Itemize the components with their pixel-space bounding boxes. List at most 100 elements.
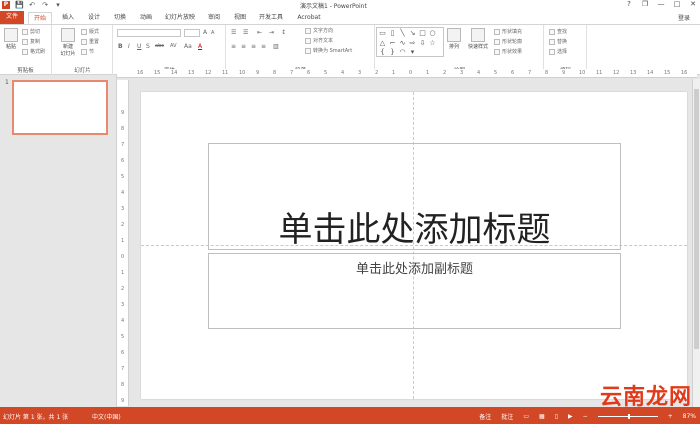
reading-view-icon[interactable]: ▯ [555, 413, 558, 420]
italic-button[interactable]: I [128, 43, 130, 50]
tab-design[interactable]: 设计 [84, 12, 104, 24]
copy-button[interactable]: 复制 [22, 38, 40, 46]
font-color-button[interactable]: A [198, 43, 202, 50]
zoom-in-button[interactable]: + [668, 413, 673, 420]
powerpoint-logo-icon[interactable]: P [2, 1, 10, 9]
layout-button[interactable]: 版式 [81, 28, 99, 36]
arrange-button[interactable]: 排列 [446, 28, 462, 50]
right-arrow-shape-icon[interactable]: ⇨ [408, 39, 417, 48]
font-name-select[interactable] [117, 29, 181, 37]
more-shapes-icon[interactable]: ▾ [408, 48, 417, 57]
underline-button[interactable]: U [137, 43, 141, 50]
tab-animations[interactable]: 动画 [136, 12, 156, 24]
replace-button[interactable]: 替换 [549, 38, 567, 46]
tab-developer[interactable]: 开发工具 [256, 12, 286, 24]
zoom-level[interactable]: 87% [683, 413, 696, 420]
tab-slideshow[interactable]: 幻灯片放映 [162, 12, 198, 24]
vertical-scrollbar[interactable] [692, 79, 700, 407]
text-direction-button[interactable]: 文字方向 [305, 27, 333, 35]
notes-button[interactable]: 备注 [479, 412, 491, 421]
find-button[interactable]: 查找 [549, 28, 567, 36]
horizontal-ruler[interactable]: 16 15 14 13 12 11 10 9 8 7 6 5 4 3 2 1 0 1 2 3 4 5 6 7 8 9 10 11 12 1… [117, 69, 697, 78]
paste-button[interactable]: 粘贴 [2, 28, 20, 50]
zoom-out-button[interactable]: − [583, 413, 588, 420]
textbox-shape-icon[interactable]: ▭ [378, 29, 387, 38]
change-case-button[interactable]: Aa [184, 43, 192, 50]
slide-sorter-icon[interactable]: ▦ [539, 413, 545, 420]
scrollbar-thumb[interactable] [694, 89, 699, 349]
tab-file[interactable]: 文件 [0, 11, 24, 24]
justify-button[interactable]: ≡ [261, 43, 266, 50]
minimize-button[interactable]: — [656, 0, 666, 9]
down-arrow-shape-icon[interactable]: ⇩ [418, 39, 427, 48]
new-slide-button[interactable]: 新建 幻灯片 [57, 28, 79, 57]
char-spacing-button[interactable]: AV [170, 43, 177, 49]
bold-button[interactable]: B [118, 43, 123, 50]
select-button[interactable]: 选择 [549, 48, 567, 56]
arc-shape-icon[interactable]: ◠ [398, 48, 407, 57]
oval-shape-icon[interactable]: ○ [428, 29, 437, 38]
rectangle-shape-icon[interactable]: □ [418, 29, 427, 38]
grow-font-button[interactable]: A [203, 29, 207, 36]
section-button[interactable]: 节 [81, 48, 94, 56]
ribbon-display-button[interactable]: ❐ [640, 0, 650, 9]
login-link[interactable]: 登录 [678, 13, 690, 22]
tab-insert[interactable]: 插入 [58, 12, 78, 24]
quick-styles-button[interactable]: 快速样式 [466, 28, 490, 50]
close-button[interactable]: ✕ [688, 0, 698, 9]
tab-transitions[interactable]: 切换 [110, 12, 130, 24]
font-size-select[interactable] [184, 29, 200, 37]
help-button[interactable]: ? [624, 0, 634, 9]
bullets-button[interactable]: ☰ [231, 29, 236, 36]
align-right-button[interactable]: ≡ [251, 43, 256, 50]
slideshow-icon[interactable]: ▶ [568, 413, 573, 420]
shape-effects-button[interactable]: 形状效果 [494, 48, 522, 56]
smartart-button[interactable]: 转换为 SmartArt [305, 47, 352, 55]
tab-acrobat[interactable]: Acrobat [294, 12, 324, 24]
reset-button[interactable]: 重置 [81, 38, 99, 46]
subtitle-placeholder[interactable]: 单击此处添加副标题 [208, 253, 621, 329]
language-indicator[interactable]: 中文(中国) [92, 412, 121, 421]
comments-button[interactable]: 批注 [501, 412, 513, 421]
maximize-button[interactable]: □ [672, 0, 682, 9]
cut-button[interactable]: 剪切 [22, 28, 40, 36]
shadow-button[interactable]: S [146, 43, 150, 50]
triangle-shape-icon[interactable]: △ [378, 39, 387, 48]
title-placeholder[interactable]: 单击此处添加标题 [208, 143, 621, 250]
vertical-ruler[interactable]: 9 8 7 6 5 4 3 2 1 0 1 2 3 4 5 6 7 8 9 [117, 80, 129, 406]
tab-home[interactable]: 开始 [28, 12, 52, 24]
line-shape-icon[interactable]: ╲ [398, 29, 407, 38]
curve-shape-icon[interactable]: ∿ [398, 39, 407, 48]
numbering-button[interactable]: ☰ [243, 29, 248, 36]
align-text-button[interactable]: 对齐文本 [305, 37, 333, 45]
star-shape-icon[interactable]: ☆ [428, 39, 437, 48]
strikethrough-button[interactable]: abc [155, 43, 164, 49]
line-spacing-button[interactable]: ↕ [281, 29, 286, 36]
normal-view-icon[interactable]: ▭ [523, 413, 529, 420]
tab-view[interactable]: 视图 [230, 12, 250, 24]
shape-fill-button[interactable]: 形状填充 [494, 28, 522, 36]
undo-icon[interactable]: ↶ [28, 1, 36, 9]
align-center-button[interactable]: ≡ [241, 43, 246, 50]
format-painter-button[interactable]: 格式刷 [22, 48, 45, 56]
brace-right-shape-icon[interactable]: } [388, 48, 397, 57]
columns-button[interactable]: ▥ [273, 43, 279, 50]
brace-shape-icon[interactable]: { [378, 48, 387, 57]
textbox-vertical-shape-icon[interactable]: ▯ [388, 29, 397, 38]
redo-icon[interactable]: ↷ [41, 1, 49, 9]
tab-review[interactable]: 审阅 [204, 12, 224, 24]
arrow-shape-icon[interactable]: ↘ [408, 29, 417, 38]
elbow-connector-icon[interactable]: ⌐ [388, 39, 397, 48]
increase-indent-button[interactable]: ⇥ [269, 29, 274, 36]
decrease-indent-button[interactable]: ⇤ [257, 29, 262, 36]
zoom-slider[interactable] [597, 414, 658, 419]
shapes-gallery[interactable]: ▭ ▯ ╲ ↘ □ ○ △ ⌐ ∿ ⇨ ⇩ ☆ { } ◠ ▾ [376, 27, 444, 57]
align-left-button[interactable]: ≡ [231, 43, 236, 50]
zoom-slider-knob[interactable] [627, 414, 630, 419]
slide-canvas[interactable]: 单击此处添加标题 单击此处添加副标题 [141, 92, 687, 399]
save-icon[interactable]: 💾 [15, 1, 24, 9]
shape-outline-button[interactable]: 形状轮廓 [494, 38, 522, 46]
shrink-font-button[interactable]: A [211, 30, 214, 36]
slide-thumbnail[interactable] [12, 80, 108, 135]
customize-qat-icon[interactable]: ▾ [54, 1, 62, 9]
